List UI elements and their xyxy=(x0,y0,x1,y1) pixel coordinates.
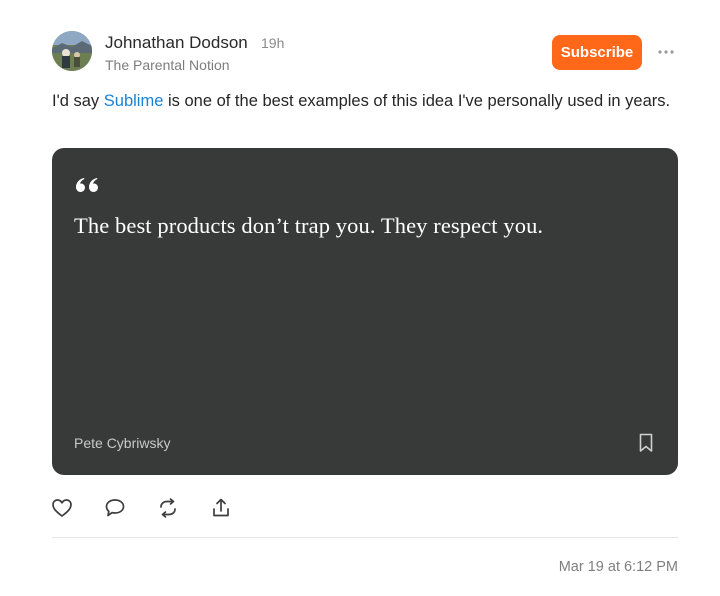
quote-card[interactable]: The best products don’t trap you. They r… xyxy=(52,148,678,475)
comment-icon[interactable] xyxy=(104,497,126,519)
heart-icon[interactable] xyxy=(51,497,73,519)
post-text-before: I'd say xyxy=(52,92,104,110)
restack-icon[interactable] xyxy=(157,497,179,519)
author-name[interactable]: Johnathan Dodson xyxy=(105,33,248,53)
post-time: 19h xyxy=(261,35,285,51)
post-text: I'd say Sublime is one of the best examp… xyxy=(52,90,672,113)
quote-author: Pete Cybriwsky xyxy=(74,435,171,451)
bookmark-icon[interactable] xyxy=(638,433,654,453)
quote-icon xyxy=(73,175,101,195)
more-horizontal-icon[interactable] xyxy=(654,43,678,61)
avatar[interactable] xyxy=(52,31,92,71)
post-text-after: is one of the best examples of this idea… xyxy=(163,92,671,110)
divider xyxy=(52,537,678,538)
post-date: Mar 19 at 6:12 PM xyxy=(558,559,678,575)
quote-text: The best products don’t trap you. They r… xyxy=(74,213,544,238)
sublime-link[interactable]: Sublime xyxy=(104,92,164,110)
publication-name[interactable]: The Parental Notion xyxy=(105,57,230,73)
share-icon[interactable] xyxy=(210,497,232,519)
subscribe-button[interactable]: Subscribe xyxy=(552,35,642,70)
